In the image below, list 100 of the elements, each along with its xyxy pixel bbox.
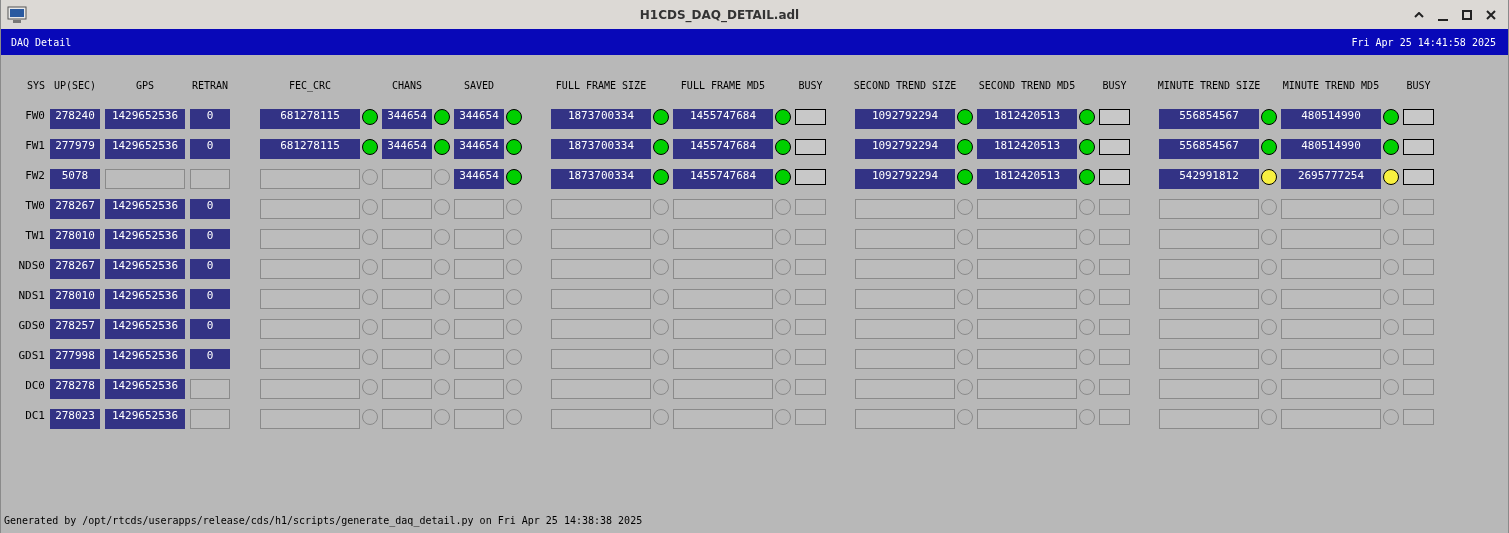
value-field: 1429652536: [105, 409, 185, 429]
empty-field: [454, 259, 504, 279]
empty-field: [382, 409, 432, 429]
empty-field: [382, 379, 432, 399]
value-field: 0: [190, 259, 230, 279]
value-field: 1429652536: [105, 319, 185, 339]
caret-up-icon: [1414, 11, 1424, 18]
value-field: 278023: [50, 409, 100, 429]
empty-field: [382, 289, 432, 309]
empty-field: [382, 169, 432, 189]
system-label: TW1: [25, 229, 45, 243]
empty-field: [454, 379, 504, 399]
value-field: 278267: [50, 259, 100, 279]
footer-text: Generated by /opt/rtcds/userapps/release/cds/h1/scripts/generate_daq_detail.py on Fri Apr 25 14:38:38 2025: [4, 514, 643, 528]
value-field: 556854567: [1159, 109, 1259, 129]
column-header: CHANS: [391, 80, 423, 92]
value-field: 278240: [50, 109, 100, 129]
value-field: 1429652536: [105, 289, 185, 309]
empty-field: [382, 349, 432, 369]
value-field: 1429652536: [105, 229, 185, 249]
empty-field: [454, 289, 504, 309]
system-label: GDS1: [18, 349, 45, 363]
empty-field: [382, 199, 432, 219]
empty-field: [454, 199, 504, 219]
close-icon: [1486, 9, 1496, 20]
column-header: MINUTE TREND SIZE: [1157, 80, 1261, 92]
value-field: 1429652536: [105, 199, 185, 219]
column-header: SECOND TREND SIZE: [853, 80, 957, 92]
value-field: 278267: [50, 199, 100, 219]
value-field: 1812420513: [977, 169, 1077, 189]
system-label: FW1: [25, 139, 45, 153]
value-field: 1455747684: [673, 139, 773, 159]
column-header: FULL FRAME MD5: [680, 80, 766, 92]
close-button[interactable]: [1484, 7, 1498, 22]
value-field: 1092792294: [855, 169, 955, 189]
date-time: Fri Apr 25 14:41:58 2025: [1351, 35, 1496, 50]
empty-field: [454, 319, 504, 339]
column-header: SAVED: [463, 80, 495, 92]
value-field: 344654: [454, 109, 504, 129]
system-label: GDS0: [18, 319, 45, 333]
value-field: 1429652536: [105, 139, 185, 159]
value-field: 344654: [382, 139, 432, 159]
value-field: 0: [190, 199, 230, 219]
value-field: 480514990: [1281, 109, 1381, 129]
empty-field: [382, 319, 432, 339]
value-field: 556854567: [1159, 139, 1259, 159]
minimize-icon: [1438, 18, 1448, 22]
value-field: 681278115: [260, 109, 360, 129]
value-field: 1873700334: [551, 169, 651, 189]
empty-field: [454, 229, 504, 249]
value-field: 278278: [50, 379, 100, 399]
column-header: SYS: [26, 80, 45, 92]
system-label: DC1: [25, 409, 45, 423]
empty-field: [382, 259, 432, 279]
system-label: FW0: [25, 109, 45, 123]
value-field: 1429652536: [105, 259, 185, 279]
value-field: 277979: [50, 139, 100, 159]
value-field: 0: [190, 349, 230, 369]
column-header: MINUTE TREND MD5: [1282, 80, 1380, 92]
empty-field: [190, 379, 230, 399]
value-field: 1092792294: [855, 109, 955, 129]
value-field: 344654: [454, 169, 504, 189]
column-header: FEC_CRC: [288, 80, 332, 92]
system-label: TW0: [25, 199, 45, 213]
system-label: FW2: [25, 169, 45, 183]
column-header: UP(SEC): [53, 80, 97, 92]
column-header: BUSY: [1406, 80, 1431, 92]
value-field: 1429652536: [105, 379, 185, 399]
value-field: 1429652536: [105, 109, 185, 129]
column-header: FULL FRAME SIZE: [555, 80, 647, 92]
value-field: 0: [190, 109, 230, 129]
value-field: 1429652536: [105, 349, 185, 369]
value-field: 344654: [454, 139, 504, 159]
value-field: 1812420513: [977, 139, 1077, 159]
value-field: 277998: [50, 349, 100, 369]
system-label: NDS0: [18, 259, 45, 273]
column-header: GPS: [135, 80, 155, 92]
value-field: 542991812: [1159, 169, 1259, 189]
maximize-button[interactable]: [1460, 7, 1474, 22]
value-field: 1873700334: [551, 109, 651, 129]
value-field: 1092792294: [855, 139, 955, 159]
value-field: 278010: [50, 289, 100, 309]
empty-field: [454, 409, 504, 429]
value-field: 278010: [50, 229, 100, 249]
display-title: DAQ Detail: [11, 35, 72, 50]
value-field: 2695777254: [1281, 169, 1381, 189]
column-header: BUSY: [798, 80, 823, 92]
maximize-icon: [1462, 9, 1472, 20]
window-title: H1CDS_DAQ_DETAIL.adl: [639, 6, 800, 24]
value-field: 0: [190, 139, 230, 159]
system-label: NDS1: [18, 289, 45, 303]
value-field: 681278115: [260, 139, 360, 159]
column-header: BUSY: [1102, 80, 1127, 92]
value-field: 278257: [50, 319, 100, 339]
empty-field: [190, 169, 230, 189]
value-field: 0: [190, 319, 230, 339]
value-field: 1812420513: [977, 109, 1077, 129]
value-field: 344654: [382, 109, 432, 129]
value-field: 0: [190, 229, 230, 249]
empty-field: [190, 409, 230, 429]
